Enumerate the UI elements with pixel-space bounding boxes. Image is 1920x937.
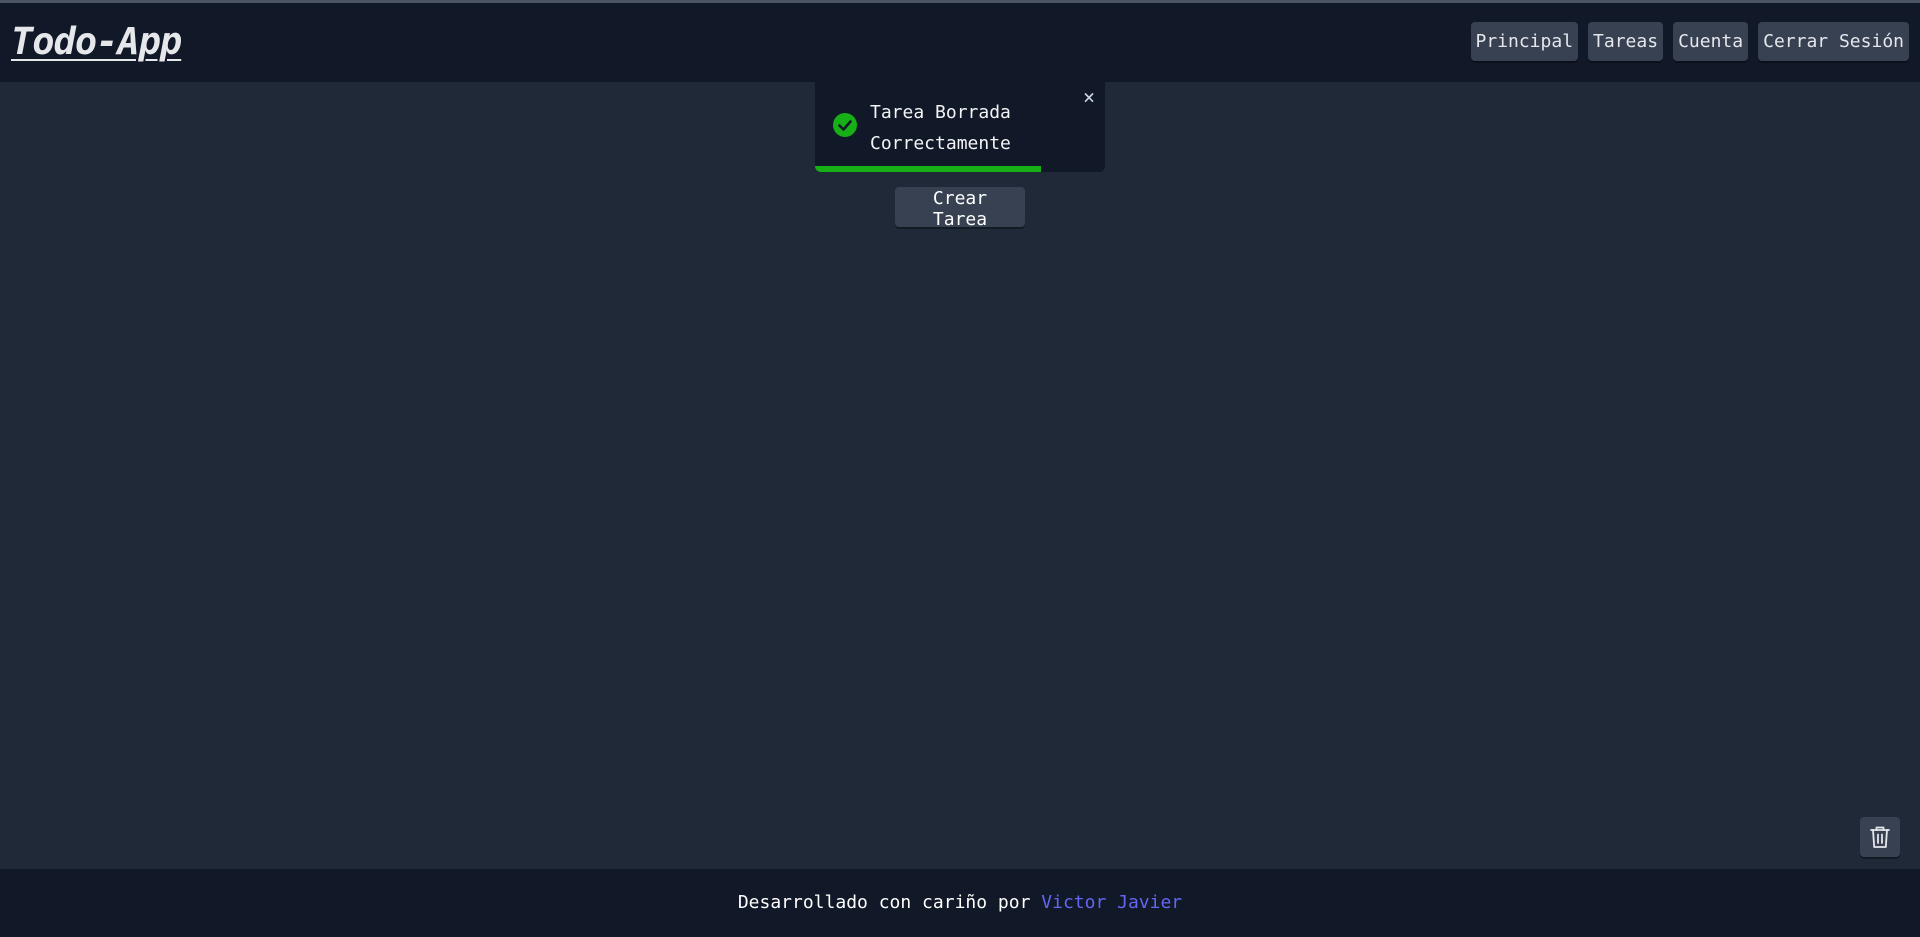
top-navbar: Todo-App Principal Tareas Cuenta Cerrar … — [0, 3, 1920, 82]
nav-cuenta-button[interactable]: Cuenta — [1673, 22, 1749, 61]
success-toast: Tarea Borrada Correctamente × — [815, 82, 1105, 172]
toast-progress-track — [815, 166, 1105, 172]
author-link[interactable]: Victor Javier — [1041, 892, 1182, 913]
close-icon[interactable]: × — [1080, 87, 1098, 107]
nav-principal-button[interactable]: Principal — [1470, 22, 1579, 61]
toast-progress-bar — [815, 166, 1042, 172]
nav-tareas-button[interactable]: Tareas — [1588, 22, 1664, 61]
app-logo-link[interactable]: Todo-App — [11, 20, 182, 63]
toast-message-line1: Tarea Borrada — [870, 102, 1011, 123]
trash-icon — [1870, 826, 1890, 848]
trash-button[interactable] — [1860, 817, 1900, 857]
create-task-button[interactable]: Crear Tarea — [895, 187, 1025, 230]
nav-cerrar-sesion-button[interactable]: Cerrar Sesión — [1758, 22, 1909, 61]
toast-message-line2: Correctamente — [870, 133, 1011, 154]
page-footer: Desarrollado con cariño por Victor Javie… — [0, 869, 1920, 937]
main-nav: Principal Tareas Cuenta Cerrar Sesión — [1470, 22, 1909, 61]
check-circle-icon — [833, 113, 857, 137]
toast-message: Tarea Borrada Correctamente — [870, 97, 1060, 159]
footer-text: Desarrollado con cariño por — [737, 892, 1042, 913]
